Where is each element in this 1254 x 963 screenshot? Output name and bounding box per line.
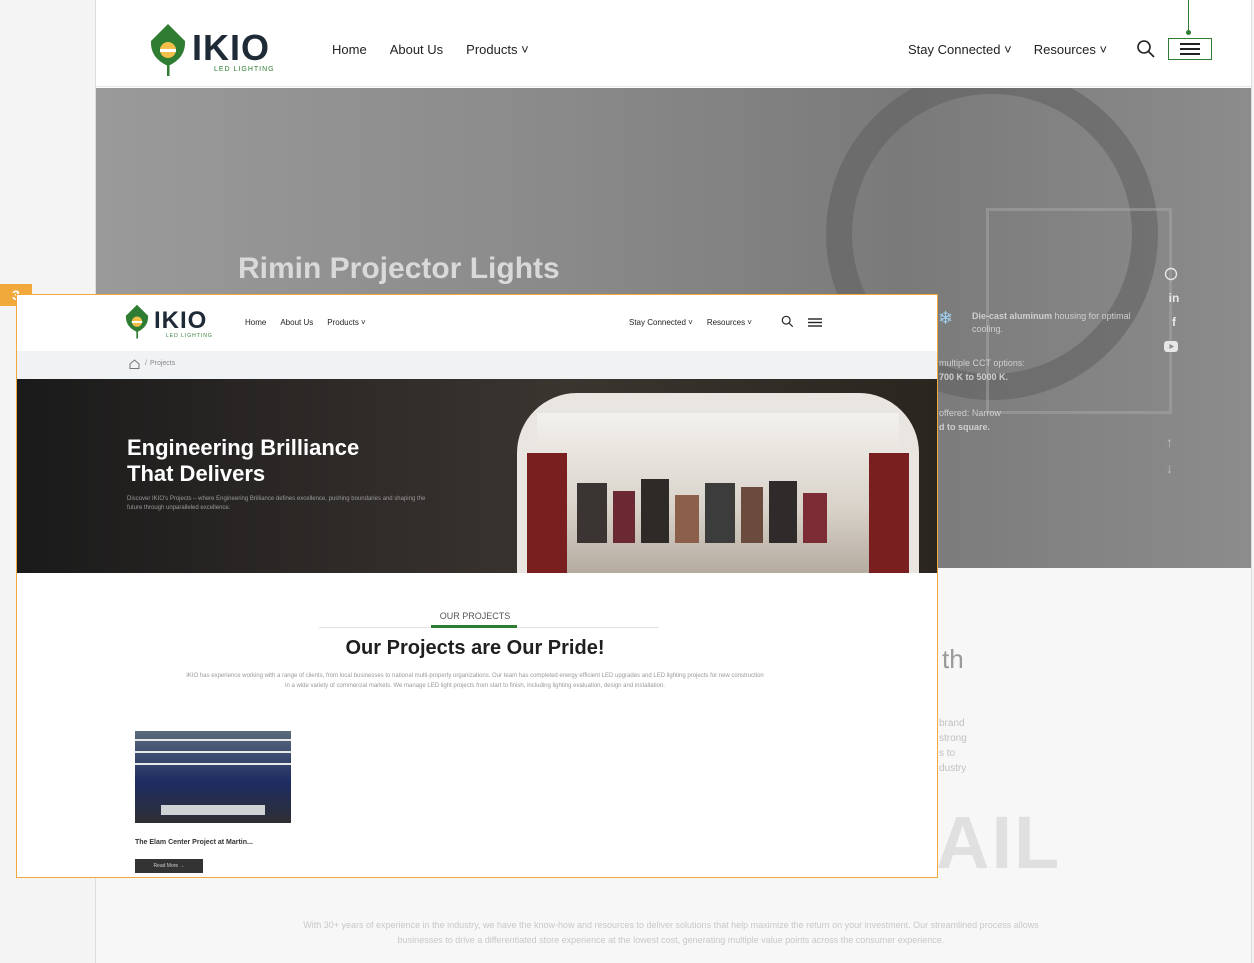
arrow-up-icon[interactable]: ↑: [1166, 434, 1173, 450]
home-icon[interactable]: [129, 359, 140, 369]
image-caption-strip: [161, 805, 265, 815]
main-nav: Home About Us Products ˅: [332, 42, 529, 57]
overlay-logo[interactable]: IKIO LED LIGHTING: [124, 303, 213, 339]
overlay-secondary-nav: Stay Connected ˅ Resources ˅: [629, 318, 752, 327]
overlay-main-nav: Home About Us Products ˅: [245, 318, 366, 327]
side-fragment-2: strong: [939, 733, 967, 744]
facebook-icon[interactable]: f: [1166, 315, 1182, 329]
overlay-nav-products[interactable]: Products ˅: [327, 318, 365, 327]
feature-1-bold: Die-cast aluminum: [972, 311, 1053, 321]
hero-description: Discover IKIO's Projects – where Enginee…: [127, 496, 426, 511]
section-heading: Our Projects are Our Pride!: [345, 637, 605, 659]
overlay-search-icon[interactable]: [781, 315, 794, 328]
annotation-pointer-line: [1188, 0, 1189, 32]
store-photo: [517, 393, 919, 573]
eyebrow-underline: [431, 625, 517, 628]
leaf-logo-icon: [150, 24, 186, 76]
site-header: IKIO LED LIGHTING Home About Us Products…: [96, 0, 1251, 87]
store-red-wall-left: [527, 453, 567, 573]
projects-hero: Engineering Brilliance That Delivers Dis…: [17, 379, 937, 573]
youtube-icon[interactable]: [1164, 341, 1178, 352]
side-fragment-1: brand: [939, 718, 965, 729]
breadcrumb-separator: /: [145, 360, 147, 367]
section-eyebrow: OUR PROJECTS: [439, 611, 511, 621]
our-projects-section: OUR PROJECTS Our Projects are Our Pride!…: [17, 573, 937, 877]
hamburger-icon: [1180, 43, 1200, 55]
feature-3-text: offered: Narrow: [939, 408, 1001, 418]
experience-paragraph: With 30+ years of experience in the indu…: [303, 920, 1039, 945]
arrow-down-icon[interactable]: ↓: [1166, 460, 1173, 476]
side-fragment-3: s to: [939, 748, 956, 759]
hamburger-menu-button[interactable]: [1168, 38, 1212, 60]
breadcrumb-current: Projects: [149, 360, 176, 367]
ceiling-light-row-1: [135, 739, 291, 741]
overlay-nav-resources[interactable]: Resources ˅: [707, 318, 752, 327]
annotation-pointer-dot: [1186, 30, 1191, 35]
read-more-button[interactable]: Read More →: [135, 859, 203, 873]
section-heading-fragment: th: [942, 644, 964, 674]
hero-title: Rimin Projector Lights: [238, 252, 560, 285]
breadcrumb-trail: / Projects: [145, 360, 175, 367]
nav-products[interactable]: Products ˅: [466, 42, 529, 57]
overlay-logo-tagline: LED LIGHTING: [166, 333, 213, 339]
clothing-racks: [577, 473, 857, 543]
hero-heading-line2: That Delivers: [127, 461, 266, 486]
project-card[interactable]: The Elam Center Project at Martin... Rea…: [133, 729, 293, 877]
nav-about-us[interactable]: About Us: [390, 42, 443, 57]
nav-stay-connected[interactable]: Stay Connected ˅: [908, 42, 1012, 57]
ceiling-light-row-2: [135, 751, 291, 753]
logo-lettering: IKIO: [192, 27, 271, 68]
linkedin-icon[interactable]: in: [1166, 291, 1182, 305]
hero-heading: Engineering Brilliance That Delivers: [127, 435, 359, 487]
feature-3-bold: d to square.: [939, 422, 991, 432]
side-text-fragments: brand strong s to dustry: [939, 716, 967, 776]
feature-2-bold: 700 K to 5000 K.: [939, 372, 1009, 382]
snowflake-icon: ❄: [938, 308, 954, 328]
side-fragment-4: dustry: [939, 763, 967, 774]
overlay-header: IKIO LED LIGHTING Home About Us Products…: [17, 295, 937, 351]
logo[interactable]: IKIO LED LIGHTING: [148, 22, 275, 76]
overlay-leaf-logo-icon: [125, 304, 149, 339]
nav-resources[interactable]: Resources ˅: [1034, 42, 1107, 57]
projects-page-screenshot: IKIO LED LIGHTING Home About Us Products…: [16, 294, 938, 878]
secondary-nav: Stay Connected ˅ Resources ˅: [908, 42, 1107, 57]
feature-1: ❄ Die-cast aluminum housing for optimal …: [938, 309, 1144, 336]
overlay-hamburger-icon[interactable]: [808, 318, 822, 327]
ceiling-light-row-3: [135, 763, 291, 765]
section-body: IKIO has experience working with a range…: [186, 673, 764, 689]
whatsapp-icon[interactable]: [1164, 267, 1178, 281]
overlay-nav-about-us[interactable]: About Us: [280, 318, 313, 327]
feature-2: multiple CCT options: 700 K to 5000 K.: [939, 356, 1059, 384]
project-card-image: [135, 731, 291, 823]
overlay-nav-stay-connected[interactable]: Stay Connected ˅: [629, 318, 693, 327]
big-watermark-text: AIL: [936, 801, 1062, 884]
overlay-logo-lettering: IKIO: [154, 307, 208, 334]
nav-home[interactable]: Home: [332, 42, 367, 57]
hero-heading-line1: Engineering Brilliance: [127, 435, 360, 460]
breadcrumb: / Projects: [17, 351, 937, 379]
feature-2-text: multiple CCT options:: [939, 358, 1025, 368]
store-red-wall-right: [869, 453, 909, 573]
overlay-nav-home[interactable]: Home: [245, 318, 266, 327]
project-card-title[interactable]: The Elam Center Project at Martin...: [135, 839, 253, 846]
search-icon[interactable]: [1136, 39, 1156, 59]
logo-tagline: LED LIGHTING: [214, 66, 275, 73]
feature-3: offered: Narrow d to square.: [939, 406, 1059, 434]
